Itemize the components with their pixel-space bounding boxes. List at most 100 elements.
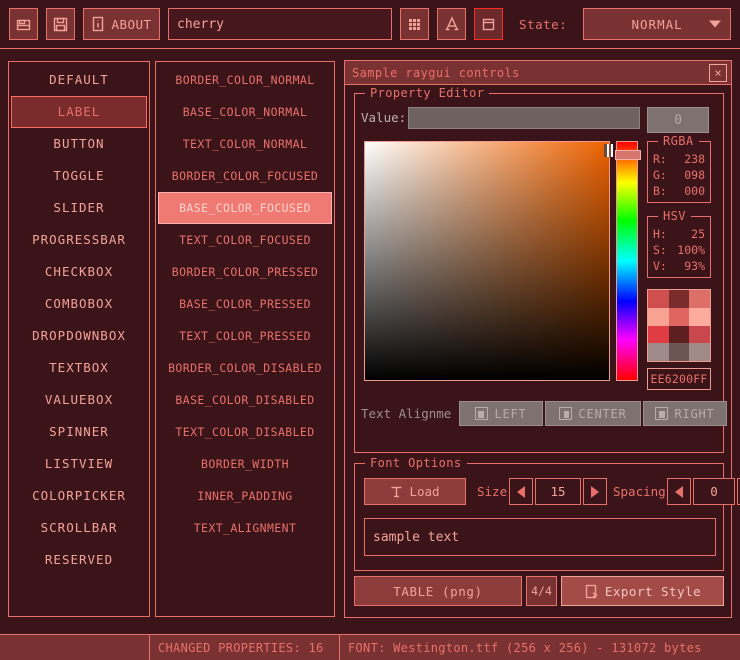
rgba-row: R:238 <box>648 151 710 167</box>
font-size-value[interactable]: 15 <box>535 478 581 505</box>
save-style-button[interactable] <box>46 8 75 40</box>
controls-list-item[interactable]: LISTVIEW <box>11 448 147 480</box>
controls-list-item[interactable]: TEXTBOX <box>11 352 147 384</box>
properties-list-item-label: TEXT_ALIGNMENT <box>194 521 297 535</box>
properties-list-item[interactable]: BORDER_COLOR_FOCUSED <box>158 160 332 192</box>
state-dropdown[interactable]: NORMAL <box>583 8 731 40</box>
controls-list-item-label: SPINNER <box>49 424 109 439</box>
align-right-button[interactable]: RIGHT <box>643 401 727 426</box>
properties-list-item[interactable]: TEXT_COLOR_PRESSED <box>158 320 332 352</box>
table-png-button[interactable]: TABLE (png) <box>354 576 522 606</box>
controls-list-item[interactable]: DROPDOWNBOX <box>11 320 147 352</box>
properties-list-item-label: BASE_COLOR_NORMAL <box>183 105 308 119</box>
palette-swatch[interactable] <box>669 343 690 361</box>
colorpicker-hue-cursor[interactable] <box>615 150 641 160</box>
properties-list-item[interactable]: BORDER_COLOR_DISABLED <box>158 352 332 384</box>
controls-list-item[interactable]: LABEL <box>11 96 147 128</box>
controls-list-item[interactable]: DEFAULT <box>11 64 147 96</box>
align-center-button[interactable]: CENTER <box>545 401 641 426</box>
controls-list-item[interactable]: VALUEBOX <box>11 384 147 416</box>
hsv-key: V: <box>653 258 667 274</box>
palette-swatch[interactable] <box>689 326 710 344</box>
properties-list-item[interactable]: BORDER_COLOR_PRESSED <box>158 256 332 288</box>
align-left-button[interactable]: LEFT <box>459 401 543 426</box>
window-preview-button[interactable] <box>474 8 503 40</box>
palette-swatch[interactable] <box>669 308 690 326</box>
arrow-left-icon <box>517 486 525 498</box>
align-left-icon <box>475 407 488 420</box>
hsv-row: V:93% <box>648 258 710 274</box>
color-palette[interactable] <box>647 289 711 362</box>
properties-list-item[interactable]: BORDER_COLOR_NORMAL <box>158 64 332 96</box>
colorpicker-saturation-value-area[interactable] <box>364 141 610 381</box>
font-size-increment-button[interactable] <box>583 478 607 505</box>
properties-list-item[interactable]: TEXT_COLOR_FOCUSED <box>158 224 332 256</box>
style-name-input[interactable] <box>168 8 392 40</box>
controls-list-item[interactable]: BUTTON <box>11 128 147 160</box>
colorpicker-hue-bar[interactable] <box>616 141 638 381</box>
rgba-value: 098 <box>684 167 705 183</box>
controls-list-item-label: SLIDER <box>53 200 104 215</box>
info-icon <box>91 16 105 32</box>
palette-swatch[interactable] <box>648 308 669 326</box>
controls-list-item[interactable]: SLIDER <box>11 192 147 224</box>
page-indicator-button[interactable]: 4/4 <box>526 576 557 606</box>
controls-list-item-label: BUTTON <box>53 136 104 151</box>
color-hex-value[interactable]: EE6200FF <box>647 368 711 390</box>
sample-text-input[interactable]: sample text <box>364 518 716 556</box>
palette-swatch[interactable] <box>648 290 669 308</box>
value-slider[interactable] <box>408 107 640 129</box>
controls-list-item[interactable]: TOGGLE <box>11 160 147 192</box>
controls-list-item[interactable]: RESERVED <box>11 544 147 576</box>
close-icon[interactable]: × <box>709 64 727 82</box>
palette-swatch[interactable] <box>648 326 669 344</box>
controls-list-item[interactable]: PROGRESSBAR <box>11 224 147 256</box>
properties-list-item[interactable]: BASE_COLOR_NORMAL <box>158 96 332 128</box>
grid-toggle-button[interactable] <box>400 8 429 40</box>
controls-list-item-label: SCROLLBAR <box>41 520 118 535</box>
palette-swatch[interactable] <box>669 290 690 308</box>
properties-list-item[interactable]: BORDER_WIDTH <box>158 448 332 480</box>
export-file-icon <box>584 584 598 599</box>
property-editor-group: Property Editor Value: 0 RGBA R:238G:098… <box>354 93 724 453</box>
properties-list-item[interactable]: TEXT_ALIGNMENT <box>158 512 332 544</box>
align-left-label: LEFT <box>494 407 526 421</box>
font-spacing-value[interactable]: 0 <box>693 478 735 505</box>
controls-list-item[interactable]: CHECKBOX <box>11 256 147 288</box>
export-style-button[interactable]: Export Style <box>561 576 724 606</box>
controls-list-item[interactable]: COLORPICKER <box>11 480 147 512</box>
state-label: State: <box>519 17 567 32</box>
properties-list-item[interactable]: BASE_COLOR_DISABLED <box>158 384 332 416</box>
controls-list-item[interactable]: COMBOBOX <box>11 288 147 320</box>
properties-list-item[interactable]: TEXT_COLOR_DISABLED <box>158 416 332 448</box>
colorpicker-sv-cursor[interactable] <box>604 144 613 157</box>
controls-listview[interactable]: DEFAULTLABEL BUTTON TOGGLE SLIDER PROGRESSBA… <box>8 61 150 617</box>
value-number-box[interactable]: 0 <box>647 107 709 133</box>
font-spacing-decrement-button[interactable] <box>667 478 691 505</box>
properties-list-item[interactable]: BASE_COLOR_FOCUSED <box>158 192 332 224</box>
rgba-row: G:098 <box>648 167 710 183</box>
controls-list-item-label: RESERVED <box>45 552 113 567</box>
palette-swatch[interactable] <box>689 290 710 308</box>
font-size-decrement-button[interactable] <box>509 478 533 505</box>
font-preview-button[interactable] <box>437 8 466 40</box>
properties-listview[interactable]: BORDER_COLOR_NORMAL BASE_COLOR_NORMAL TEXT… <box>155 61 335 617</box>
properties-list-item[interactable]: BASE_COLOR_PRESSED <box>158 288 332 320</box>
palette-swatch[interactable] <box>669 326 690 344</box>
palette-swatch[interactable] <box>689 308 710 326</box>
palette-swatch[interactable] <box>648 343 669 361</box>
controls-list-item[interactable]: SPINNER <box>11 416 147 448</box>
font-options-title: Font Options <box>365 456 467 470</box>
properties-list-item[interactable]: INNER_PADDING <box>158 480 332 512</box>
open-style-button[interactable] <box>9 8 38 40</box>
window-titlebar[interactable]: Sample raygui controls × <box>345 61 731 85</box>
palette-swatch[interactable] <box>689 343 710 361</box>
properties-list-item-label: BORDER_COLOR_PRESSED <box>172 265 318 279</box>
controls-list-item[interactable]: SCROLLBAR <box>11 512 147 544</box>
properties-list-item-label: BASE_COLOR_PRESSED <box>179 297 311 311</box>
about-button[interactable]: ABOUT <box>83 8 160 40</box>
folder-open-icon <box>15 16 32 33</box>
properties-list-item[interactable]: TEXT_COLOR_NORMAL <box>158 128 332 160</box>
properties-list-item-label: BASE_COLOR_FOCUSED <box>179 201 311 215</box>
font-load-button[interactable]: Load <box>364 478 466 505</box>
